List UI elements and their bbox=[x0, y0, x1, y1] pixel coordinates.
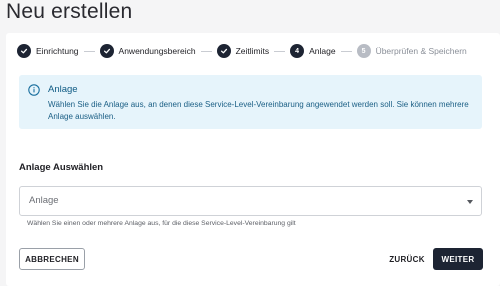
step-ueberpruefen-speichern: 5 Überprüfen & Speichern bbox=[356, 44, 467, 58]
caret-down-icon[interactable] bbox=[467, 200, 473, 204]
select-placeholder: Anlage bbox=[29, 195, 59, 206]
step-label: Anwendungsbereich bbox=[118, 46, 196, 56]
step-anlage[interactable]: 4 Anlage bbox=[290, 44, 336, 58]
cancel-button[interactable]: ABBRECHEN bbox=[19, 248, 85, 270]
step-label: Anlage bbox=[309, 46, 336, 56]
step-number: 5 bbox=[356, 44, 371, 58]
anlage-select[interactable]: Anlage bbox=[19, 186, 482, 216]
step-connector bbox=[200, 50, 212, 52]
step-connector bbox=[340, 50, 352, 52]
info-text: Wählen Sie die Anlage aus, an denen dies… bbox=[48, 100, 469, 121]
step-anwendungsbereich[interactable]: Anwendungsbereich bbox=[99, 44, 196, 58]
step-number: 4 bbox=[290, 44, 305, 58]
step-einrichtung[interactable]: Einrichtung bbox=[17, 44, 79, 58]
check-icon bbox=[216, 44, 231, 58]
back-button[interactable]: ZURÜCK bbox=[386, 248, 428, 270]
step-connector bbox=[274, 50, 286, 52]
check-icon bbox=[17, 44, 31, 58]
info-alert: Anlage Wählen Sie die Anlage aus, an den… bbox=[19, 75, 482, 129]
helper-text: Wählen Sie einen oder mehrere Anlage aus… bbox=[27, 220, 296, 227]
info-title: Anlage bbox=[48, 84, 78, 95]
next-button[interactable]: WEITER bbox=[433, 248, 483, 270]
step-connector bbox=[83, 50, 95, 52]
step-label: Überprüfen & Speichern bbox=[375, 46, 467, 56]
stepper: Einrichtung Anwendungsbereich Zeitlimits… bbox=[17, 44, 467, 58]
step-label: Zeitlimits bbox=[235, 46, 270, 56]
check-icon bbox=[99, 44, 114, 58]
page-title: Neu erstellen bbox=[6, 0, 133, 23]
step-zeitlimits[interactable]: Zeitlimits bbox=[216, 44, 270, 58]
info-icon bbox=[28, 84, 40, 96]
section-title: Anlage Auswählen bbox=[19, 162, 104, 173]
step-label: Einrichtung bbox=[36, 46, 79, 56]
